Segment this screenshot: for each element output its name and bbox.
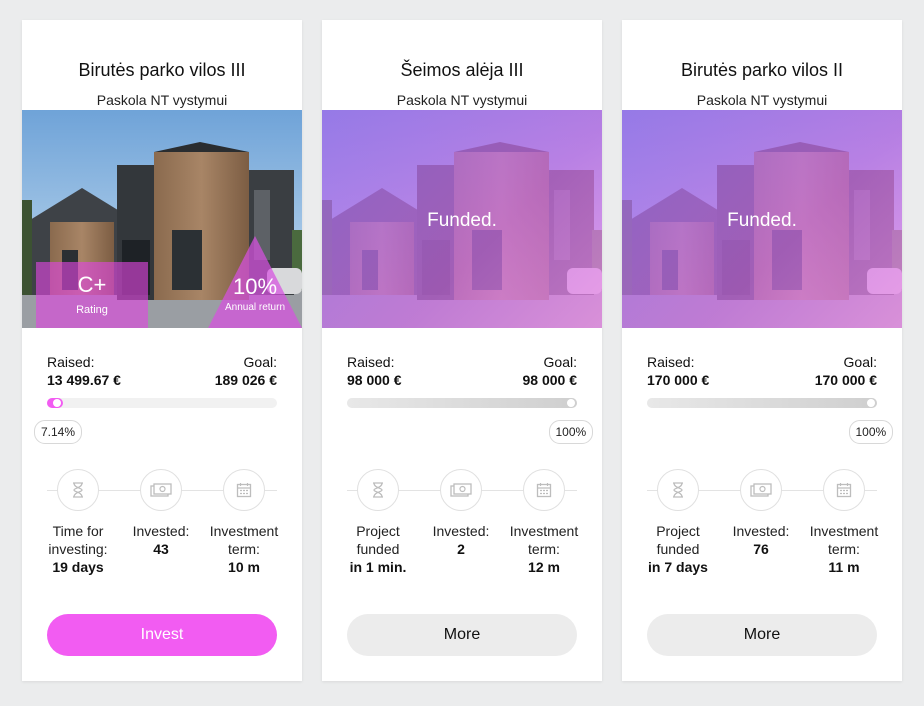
stat-time-line2: investing:	[48, 541, 108, 557]
project-title[interactable]: Birutės parko vilos III	[22, 60, 302, 81]
raised-label: Raised:	[47, 354, 95, 370]
raised-value: 13 499.67 €	[47, 372, 121, 388]
stat-time-value: 19 days	[52, 559, 104, 575]
hourglass-icon	[57, 469, 99, 511]
goal-value: 98 000 €	[522, 372, 578, 388]
stat-time-line1: Project	[356, 523, 400, 539]
raised-value: 170 000 €	[647, 372, 710, 388]
stat-invested: Invested: 43	[116, 522, 206, 558]
stat-invested-label: Invested:	[432, 523, 490, 539]
project-card-1[interactable]: Birutės parko vilos III Paskola NT vysty…	[22, 20, 302, 681]
stat-time-line2: funded	[356, 541, 400, 557]
project-photo[interactable]: C+ Rating 10% Annual return	[22, 110, 302, 328]
stat-time-line1: Time for	[52, 523, 104, 539]
money-icon	[440, 469, 482, 511]
project-subtitle: Paskola NT vystymui	[96, 92, 228, 108]
progress-percent-badge: 100%	[548, 420, 594, 444]
stat-term-line1: Investment	[209, 523, 279, 539]
rating-label: Rating	[76, 304, 108, 316]
more-button[interactable]: More	[647, 614, 877, 656]
raised-label: Raised:	[647, 354, 695, 370]
progress-percent-badge: 7.14%	[34, 420, 83, 444]
funding-progress-bar	[347, 398, 577, 408]
rating-value: C+	[77, 272, 107, 297]
stat-time-line2: funded	[656, 541, 700, 557]
goal-value: 189 026 €	[214, 372, 277, 388]
project-subtitle: Paskola NT vystymui	[396, 92, 528, 108]
calendar-icon	[823, 469, 865, 511]
progress-fill	[347, 398, 577, 408]
project-photo[interactable]: Funded.	[622, 110, 902, 328]
stat-invested: Invested: 2	[416, 522, 506, 558]
goal-label: Goal:	[543, 354, 577, 370]
invest-button[interactable]: Invest	[47, 614, 277, 656]
hourglass-icon	[657, 469, 699, 511]
goal-value: 170 000 €	[814, 372, 877, 388]
stat-term-value: 11 m	[828, 559, 860, 575]
stat-time: Time for investing: 19 days	[33, 522, 123, 576]
raised-value: 98 000 €	[347, 372, 402, 388]
stat-term-line2: term:	[828, 541, 860, 557]
stat-invested-value: 76	[753, 541, 769, 557]
stat-term: Investment term: 10 m	[199, 522, 289, 576]
hourglass-icon	[357, 469, 399, 511]
stat-time-value: in 7 days	[648, 559, 708, 575]
goal-label: Goal:	[843, 354, 877, 370]
stat-funded-time: Project funded in 1 min.	[333, 522, 423, 576]
stat-term: Investment term: 11 m	[799, 522, 889, 576]
project-subtitle: Paskola NT vystymui	[696, 92, 828, 108]
project-photo[interactable]: Funded.	[322, 110, 602, 328]
stat-term: Investment term: 12 m	[499, 522, 589, 576]
project-title[interactable]: Šeimos alėja III	[322, 60, 602, 81]
stat-term-line2: term:	[528, 541, 560, 557]
stat-invested: Invested: 76	[716, 522, 806, 558]
stat-invested-label: Invested:	[732, 523, 790, 539]
funding-progress-bar	[647, 398, 877, 408]
progress-knob	[867, 399, 875, 407]
progress-fill	[647, 398, 877, 408]
money-icon	[140, 469, 182, 511]
stat-term-value: 12 m	[528, 559, 560, 575]
stat-invested-label: Invested:	[132, 523, 190, 539]
stat-invested-value: 43	[153, 541, 169, 557]
funded-label: Funded.	[727, 210, 797, 231]
progress-percent-badge: 100%	[848, 420, 894, 444]
annual-return-value: 10%	[232, 274, 278, 299]
project-card-2[interactable]: Šeimos alėja III Paskola NT vystymui Fun…	[322, 20, 602, 681]
stat-funded-time: Project funded in 7 days	[633, 522, 723, 576]
more-button[interactable]: More	[347, 614, 577, 656]
raised-label: Raised:	[347, 354, 395, 370]
stat-term-line1: Investment	[809, 523, 879, 539]
stat-time-value: in 1 min.	[349, 559, 407, 575]
calendar-icon	[223, 469, 265, 511]
annual-return-label: Annual return	[224, 302, 286, 313]
goal-label: Goal:	[243, 354, 277, 370]
progress-knob	[567, 399, 575, 407]
stat-invested-value: 2	[457, 541, 465, 557]
calendar-icon	[523, 469, 565, 511]
rating-badge: C+ Rating	[36, 262, 148, 328]
funded-label: Funded.	[427, 210, 497, 231]
project-card-3[interactable]: Birutės parko vilos II Paskola NT vystym…	[622, 20, 902, 681]
funding-progress-bar	[47, 398, 277, 408]
money-icon	[740, 469, 782, 511]
stat-term-line1: Investment	[509, 523, 579, 539]
stat-time-line1: Project	[656, 523, 700, 539]
stat-term-value: 10 m	[228, 559, 260, 575]
project-title[interactable]: Birutės parko vilos II	[622, 60, 902, 81]
stat-term-line2: term:	[228, 541, 260, 557]
